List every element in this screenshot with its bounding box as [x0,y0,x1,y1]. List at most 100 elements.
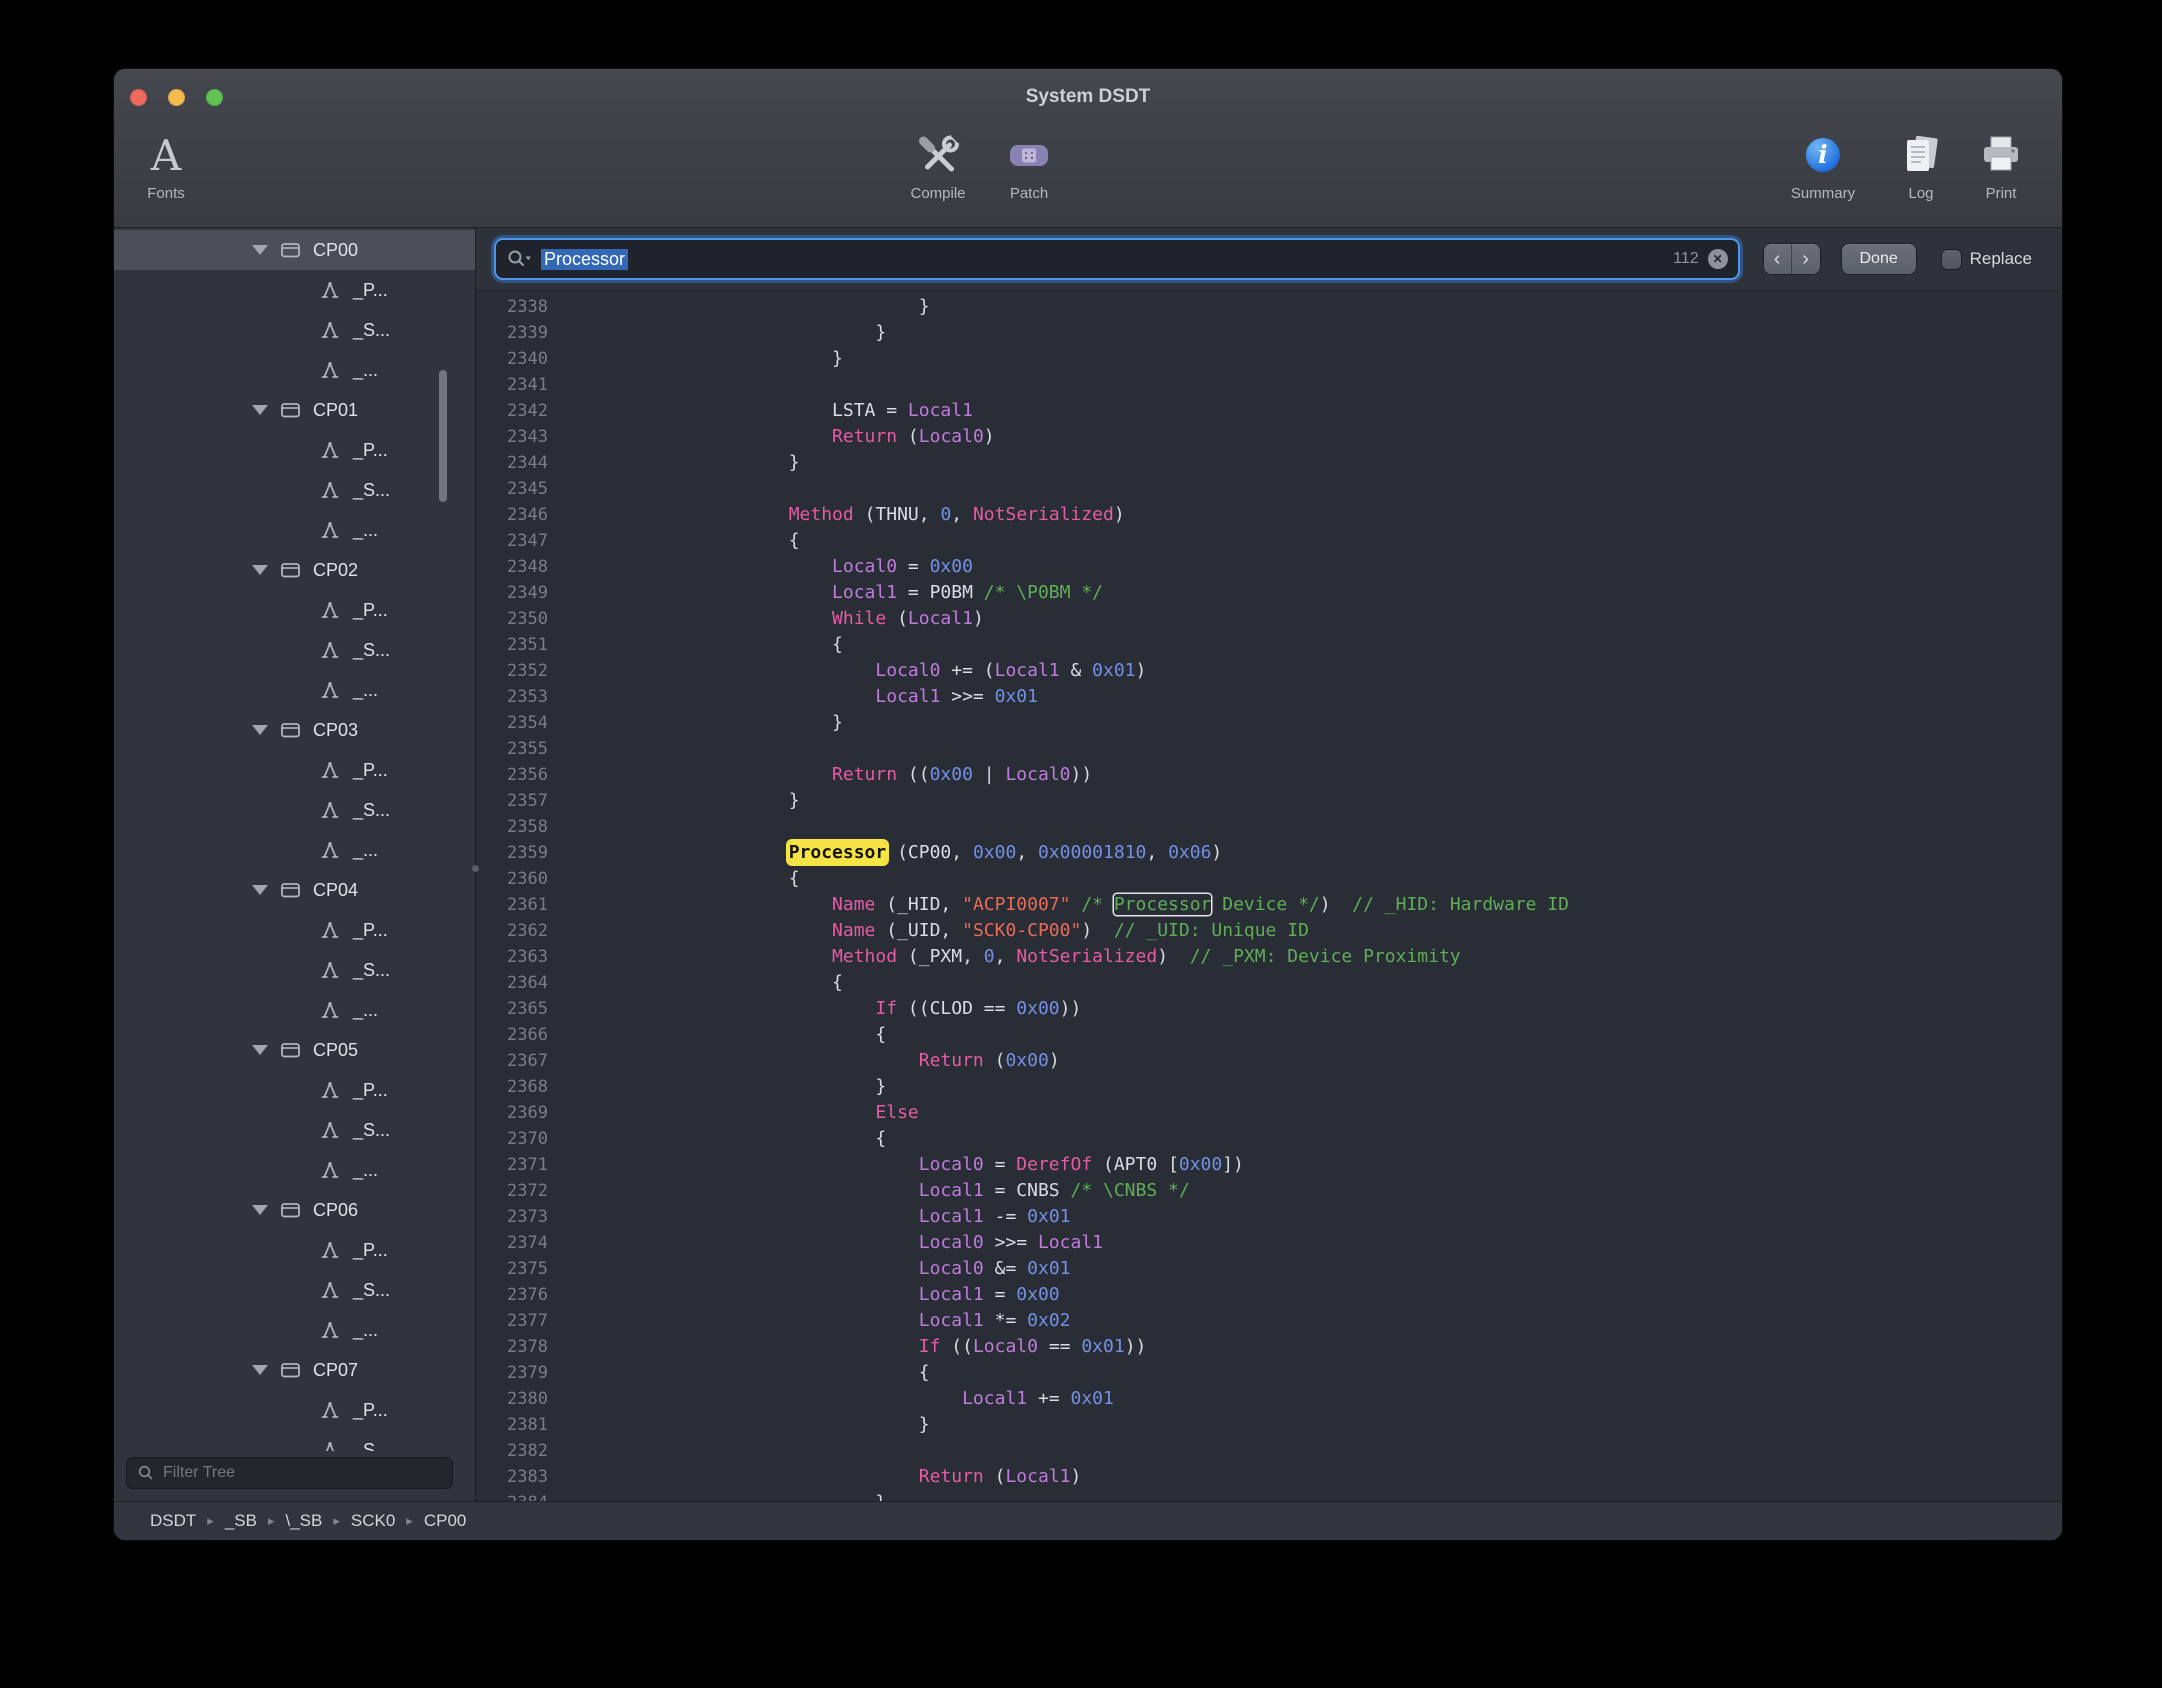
done-button[interactable]: Done [1842,244,1916,274]
breadcrumb-item[interactable]: \_SB [285,1511,322,1531]
tree-item-s[interactable]: _S... [114,310,475,350]
filter-tree-input[interactable]: Filter Tree [126,1457,453,1489]
log-button[interactable]: Log [1897,129,1945,202]
compile-button[interactable]: Compile [910,129,965,202]
method-icon [320,641,340,660]
line-number: 2354 [476,710,564,736]
scope-icon [280,561,301,579]
disclosure-triangle-icon[interactable] [252,1045,268,1055]
tree-item-cp06[interactable]: CP06 [114,1190,475,1230]
tree-item-s[interactable]: _S... [114,790,475,830]
breadcrumb-item[interactable]: SCK0 [351,1511,395,1531]
code-text: Else [564,1100,919,1126]
find-next-button[interactable]: › [1792,244,1820,274]
tree-item-label: _P... [353,1240,388,1261]
split-divider[interactable] [475,228,476,1501]
code-line-2358: 2358 [476,814,2062,840]
tree-item-[interactable]: _... [114,830,475,870]
tree-item-p[interactable]: _P... [114,1230,475,1270]
code-line-2367: 2367 Return (0x00) [476,1048,2062,1074]
tree-item-s[interactable]: _S... [114,470,475,510]
tree-item-p[interactable]: _P... [114,590,475,630]
fonts-icon: A [151,135,181,177]
patch-button[interactable]: Patch [1005,129,1053,202]
code-text: Local0 &= 0x01 [564,1256,1071,1282]
tree-item-label: _... [353,680,378,701]
method-icon [320,521,340,540]
code-line-2347: 2347 { [476,528,2062,554]
sidebar-scrollbar[interactable] [439,370,447,502]
breadcrumb: DSDT▸_SB▸\_SB▸SCK0▸CP00 [150,1511,466,1531]
method-icon [320,681,340,700]
tree-item-s[interactable]: _S... [114,950,475,990]
tree-item-cp04[interactable]: CP04 [114,870,475,910]
tree-item-cp02[interactable]: CP02 [114,550,475,590]
disclosure-triangle-icon[interactable] [252,1205,268,1215]
tree-item-p[interactable]: _P... [114,750,475,790]
summary-button[interactable]: i Summary [1791,129,1855,202]
tree-item-p[interactable]: _P... [114,910,475,950]
code-line-2352: 2352 Local0 += (Local1 & 0x01) [476,658,2062,684]
find-previous-button[interactable]: ‹ [1764,244,1792,274]
tree-item-[interactable]: _... [114,510,475,550]
content-area: CP00_P..._S..._...CP01_P..._S..._...CP02… [114,228,2062,1501]
editor-pane: Processor 112 ✕ ‹ › Done Replace 2338 }2… [476,228,2062,1501]
search-menu-icon[interactable] [506,248,532,270]
print-button[interactable]: Print [1977,129,2025,202]
tree-item-label: CP05 [313,1040,358,1061]
tree-item-cp05[interactable]: CP05 [114,1030,475,1070]
code-text [564,372,702,398]
clear-search-icon[interactable]: ✕ [1708,249,1728,269]
tree-item-[interactable]: _... [114,670,475,710]
sidebar-tree[interactable]: CP00_P..._S..._...CP01_P..._S..._...CP02… [114,228,475,1451]
find-bar: Processor 112 ✕ ‹ › Done Replace [476,228,2062,291]
tree-item-s[interactable]: _S... [114,630,475,670]
disclosure-triangle-icon[interactable] [252,245,268,255]
code-editor[interactable]: 2338 }2339 }2340 }23412342 LSTA = Local1… [476,291,2062,1501]
disclosure-triangle-icon[interactable] [252,565,268,575]
tree-item-p[interactable]: _P... [114,270,475,310]
tree-item-[interactable]: _... [114,1310,475,1350]
tree-item-[interactable]: _... [114,1150,475,1190]
code-line-2349: 2349 Local1 = P0BM /* \P0BM */ [476,580,2062,606]
fonts-button[interactable]: A Fonts [147,129,185,202]
disclosure-triangle-icon[interactable] [252,885,268,895]
match-count: 112 [1673,250,1699,268]
tree-item-s[interactable]: _S... [114,1430,475,1451]
line-number: 2384 [476,1490,564,1501]
tree-item-[interactable]: _... [114,990,475,1030]
disclosure-triangle-icon[interactable] [252,1365,268,1375]
tree-item-s[interactable]: _S... [114,1270,475,1310]
line-number: 2355 [476,736,564,762]
tree-item-cp00[interactable]: CP00 [114,230,475,270]
tree-item-p[interactable]: _P... [114,430,475,470]
tree-item-cp03[interactable]: CP03 [114,710,475,750]
tree-item-p[interactable]: _P... [114,1390,475,1430]
titlebar[interactable]: System DSDT [114,69,2062,125]
code-text: { [564,970,843,996]
tree-item-label: CP01 [313,400,358,421]
code-line-2362: 2362 Name (_UID, "SCK0-CP00") // _UID: U… [476,918,2062,944]
tree-item-label: _... [353,1320,378,1341]
code-line-2361: 2361 Name (_HID, "ACPI0007" /* Processor… [476,892,2062,918]
breadcrumb-item[interactable]: DSDT [150,1511,196,1531]
code-line-2344: 2344 } [476,450,2062,476]
method-icon [320,1161,340,1180]
selected-text: Processor [541,249,628,270]
tree-item-cp01[interactable]: CP01 [114,390,475,430]
search-icon [137,1464,155,1482]
replace-checkbox[interactable] [1942,250,1961,269]
code-text: } [564,346,843,372]
tree-item-p[interactable]: _P... [114,1070,475,1110]
tree-item-cp07[interactable]: CP07 [114,1350,475,1390]
disclosure-triangle-icon[interactable] [252,405,268,415]
line-number: 2360 [476,866,564,892]
compile-icon [914,132,962,180]
tree-item-[interactable]: _... [114,350,475,390]
tree-item-s[interactable]: _S... [114,1110,475,1150]
breadcrumb-item[interactable]: CP00 [424,1511,467,1531]
disclosure-triangle-icon[interactable] [252,725,268,735]
breadcrumb-item[interactable]: _SB [225,1511,257,1531]
search-input[interactable]: Processor 112 ✕ [494,238,1740,280]
code-line-2369: 2369 Else [476,1100,2062,1126]
